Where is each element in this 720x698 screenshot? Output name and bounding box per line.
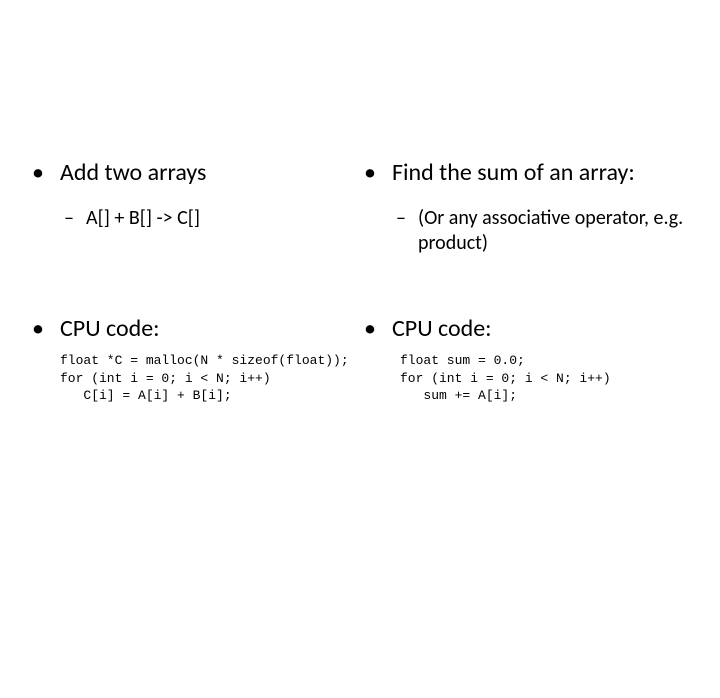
col-right-cpu: • CPU code: [360, 314, 692, 344]
col-left-code: float *C = malloc(N * sizeof(float)); fo… [28, 352, 360, 405]
right-code-block: float sum = 0.0; for (int i = 0; i < N; … [360, 352, 692, 405]
left-title-text: Add two arrays [60, 158, 360, 188]
col-left-main: • Add two arrays [28, 158, 360, 188]
left-title-bullet: • Add two arrays [28, 158, 360, 188]
row-cpu-bullets: • CPU code: • CPU code: [0, 314, 720, 344]
slide: • Add two arrays • Find the sum of an ar… [0, 158, 720, 698]
right-title-text: Find the sum of an array: [392, 158, 692, 188]
bullet-dot-icon: • [360, 314, 392, 344]
bullet-dot-icon: • [28, 158, 60, 188]
col-right-code: float sum = 0.0; for (int i = 0; i < N; … [360, 352, 692, 405]
right-sub-text: (Or any associative operator, e.g. produ… [418, 206, 692, 256]
left-cpu-label: CPU code: [60, 314, 360, 344]
row-code: float *C = malloc(N * sizeof(float)); fo… [0, 352, 720, 405]
bullet-dash-icon: – [396, 206, 418, 231]
right-title-bullet: • Find the sum of an array: [360, 158, 692, 188]
col-left-cpu: • CPU code: [28, 314, 360, 344]
row-main-bullets: • Add two arrays • Find the sum of an ar… [0, 158, 720, 188]
col-left-sub: – A[] + B[] -> C[] [28, 206, 360, 256]
bullet-dot-icon: • [360, 158, 392, 188]
bullet-dash-icon: – [64, 206, 86, 231]
right-cpu-bullet: • CPU code: [360, 314, 692, 344]
col-right-main: • Find the sum of an array: [360, 158, 692, 188]
row-sub-bullets: – A[] + B[] -> C[] – (Or any associative… [0, 206, 720, 256]
right-cpu-label: CPU code: [392, 314, 692, 344]
left-code-block: float *C = malloc(N * sizeof(float)); fo… [28, 352, 360, 405]
bullet-dot-icon: • [28, 314, 60, 344]
left-sub-bullet: – A[] + B[] -> C[] [28, 206, 360, 231]
col-right-sub: – (Or any associative operator, e.g. pro… [360, 206, 692, 256]
right-sub-bullet: – (Or any associative operator, e.g. pro… [360, 206, 692, 256]
left-sub-text: A[] + B[] -> C[] [86, 206, 360, 231]
left-cpu-bullet: • CPU code: [28, 314, 360, 344]
